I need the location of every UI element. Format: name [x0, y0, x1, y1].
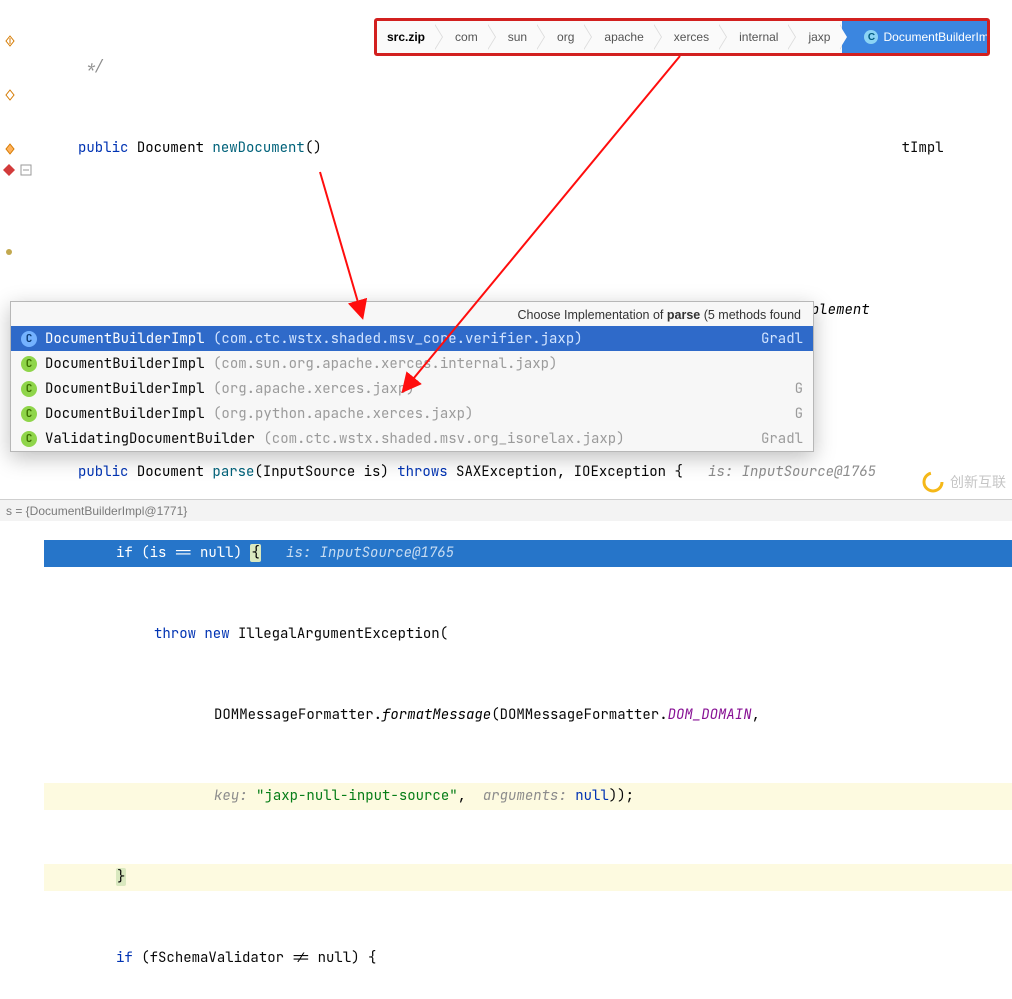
implementations-popup[interactable]: Choose Implementation of parse (5 method… [10, 301, 814, 452]
type: Document [137, 463, 204, 481]
class-ref[interactable]: DOMMessageFormatter. [500, 706, 668, 724]
gutter-marker[interactable] [4, 34, 16, 46]
breadcrumb-item[interactable]: org [539, 21, 586, 53]
class-ref[interactable]: DOMMessageFormatter. [214, 706, 382, 724]
static-field[interactable]: DOM_DOMAIN [668, 706, 752, 724]
brace: { [368, 949, 376, 967]
condition: (fSchemaValidator != null) [141, 949, 359, 967]
watermark-icon [922, 471, 944, 493]
label: org [557, 30, 574, 44]
popup-row[interactable]: C DocumentBuilderImpl (org.apache.xerces… [11, 376, 813, 401]
source-label: G [795, 380, 803, 398]
package: (org.python.apache.xerces.jaxp) [213, 405, 473, 423]
expand-icon[interactable] [20, 163, 32, 175]
class-name: DocumentBuilderImpl [45, 355, 205, 373]
text-tail: tImpl [902, 139, 944, 157]
keyword: if [116, 544, 133, 562]
popup-row[interactable]: C DocumentBuilderImpl (com.sun.org.apach… [11, 351, 813, 376]
breadcrumb-item[interactable]: xerces [656, 21, 721, 53]
method[interactable]: parse [212, 463, 254, 481]
status-text: s = {DocumentBuilderImpl@1771} [6, 504, 187, 518]
paren: () [305, 139, 322, 157]
method[interactable]: newDocument [212, 139, 304, 157]
class-icon: C [21, 331, 37, 347]
popup-row[interactable]: C ValidatingDocumentBuilder (com.ctc.wst… [11, 426, 813, 451]
comma: , [458, 787, 466, 805]
keyword: throw [154, 625, 196, 643]
keyword: public [78, 139, 128, 157]
keyword: if [116, 949, 133, 967]
condition: (is == null) [141, 544, 242, 562]
package: (com.ctc.wstx.shaded.msv_core.verifier.j… [213, 330, 583, 348]
method-call[interactable]: formatMessage [382, 706, 491, 724]
class-icon: C [21, 356, 37, 372]
breadcrumb-item[interactable]: apache [586, 21, 655, 53]
breadcrumb-item[interactable]: com [437, 21, 490, 53]
class-ref[interactable]: IllegalArgumentException [238, 625, 440, 643]
class-name: ValidatingDocumentBuilder [45, 430, 255, 448]
brace: { [250, 544, 260, 562]
class-icon: C [864, 30, 878, 44]
label: DocumentBuilderImpl [883, 30, 990, 44]
class-icon: C [21, 381, 37, 397]
watermark: 创新互联 [922, 471, 1006, 493]
class-name: DocumentBuilderImpl [45, 380, 205, 398]
package: (com.ctc.wstx.shaded.msv.org_isorelax.ja… [263, 430, 624, 448]
label: sun [508, 30, 527, 44]
class-icon: C [21, 431, 37, 447]
paren: )); [609, 787, 634, 805]
gutter-dot [4, 244, 16, 256]
class-icon: C [21, 406, 37, 422]
class-name: DocumentBuilderImpl [45, 330, 205, 348]
source-label: Gradl [761, 430, 803, 448]
breadcrumb[interactable]: src.zip com sun org apache xerces intern… [374, 18, 990, 56]
label: xerces [674, 30, 709, 44]
params: (InputSource is) [254, 463, 388, 481]
brace: } [116, 868, 126, 886]
gutter-marker[interactable] [4, 142, 16, 154]
breadcrumb-item[interactable]: jaxp [790, 21, 842, 53]
breadcrumb-item[interactable]: internal [721, 21, 790, 53]
popup-row[interactable]: C DocumentBuilderImpl (com.ctc.wstx.shad… [11, 326, 813, 351]
breadcrumb-item[interactable]: sun [490, 21, 539, 53]
popup-row[interactable]: C DocumentBuilderImpl (org.python.apache… [11, 401, 813, 426]
param-hint: arguments: [483, 787, 567, 805]
inline-hint: is: InputSource@1765 [286, 544, 454, 562]
label: src.zip [387, 30, 425, 44]
package: (org.apache.xerces.jaxp) [213, 380, 415, 398]
status-bar: s = {DocumentBuilderImpl@1771} [0, 499, 1012, 521]
breakpoint-icon[interactable] [2, 163, 14, 175]
label: internal [739, 30, 778, 44]
gutter-marker[interactable] [4, 88, 16, 100]
string-literal: "jaxp-null-input-source" [256, 787, 458, 805]
label: jaxp [808, 30, 830, 44]
inline-hint: is: InputSource@1765 [708, 463, 876, 481]
popup-title: Choose Implementation of parse (5 method… [11, 302, 813, 326]
keyword: new [204, 625, 229, 643]
breadcrumb-item-active[interactable]: C DocumentBuilderImpl [842, 21, 990, 53]
keyword: null [575, 787, 609, 805]
source-label: Gradl [761, 330, 803, 348]
paren: ( [440, 625, 448, 643]
watermark-text: 创新互联 [950, 472, 1006, 492]
comment: */ [78, 58, 103, 76]
paren: ( [491, 706, 499, 724]
type: Document [137, 139, 204, 157]
breadcrumb-item[interactable]: src.zip [377, 21, 437, 53]
class-name: DocumentBuilderImpl [45, 405, 205, 423]
brace: { [674, 463, 682, 481]
source-label: G [795, 405, 803, 423]
label: com [455, 30, 478, 44]
keyword: throws [397, 463, 447, 481]
keyword: public [78, 463, 128, 481]
exceptions: SAXException, IOException [456, 463, 666, 481]
package: (com.sun.org.apache.xerces.internal.jaxp… [213, 355, 557, 373]
param-hint: key: [214, 787, 248, 805]
comma: , [752, 706, 760, 724]
label: apache [604, 30, 643, 44]
